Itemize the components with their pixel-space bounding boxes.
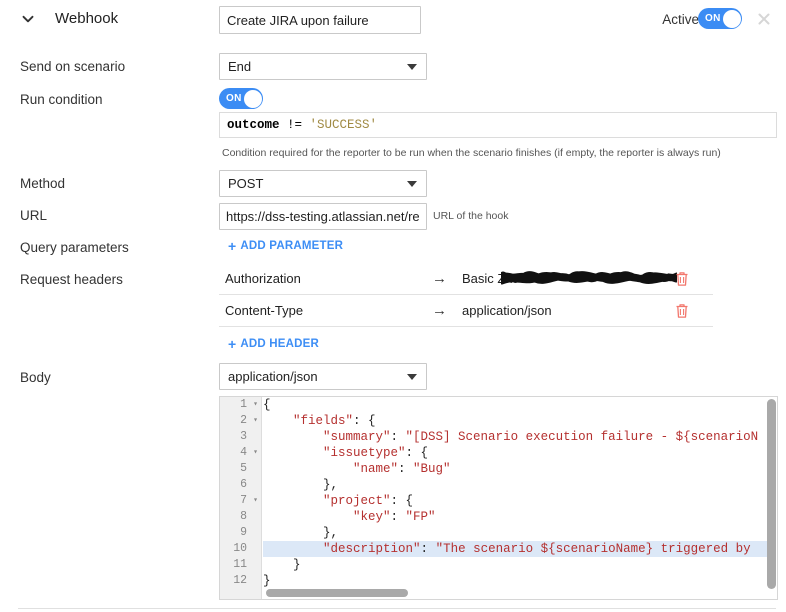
editor-code-line: "fields": { — [293, 414, 376, 428]
active-toggle-knob — [722, 9, 741, 28]
table-row[interactable]: Authorization → Basic ZnJ — [219, 263, 713, 295]
editor-line-number: 1 ▾ — [240, 397, 258, 413]
method-value: POST — [228, 176, 264, 191]
method-select[interactable]: POST — [219, 170, 427, 197]
editor-code-line: } — [263, 574, 271, 588]
editor-code-line: "key": "FP" — [353, 510, 436, 524]
editor-line-number: 11 — [233, 558, 247, 571]
send-on-scenario-value: End — [228, 59, 252, 74]
editor-line-number: 7 ▾ — [240, 493, 258, 509]
url-help-text: URL of the hook — [433, 210, 509, 222]
active-toggle-state: ON — [705, 13, 721, 24]
send-on-scenario-select[interactable]: End — [219, 53, 427, 80]
fold-toggle-icon[interactable]: ▾ — [253, 445, 258, 461]
editor-code-line: }, — [263, 478, 339, 492]
editor-line-number: 4 ▾ — [240, 445, 258, 461]
add-parameter-button[interactable]: + ADD PARAMETER — [228, 239, 343, 253]
editor-code-line: "summary": "[DSS] Scenario execution fai… — [323, 430, 759, 444]
editor-line-number: 3 — [240, 430, 247, 443]
chevron-down-icon — [407, 374, 417, 380]
reporter-name-input[interactable] — [219, 6, 421, 34]
editor-line-number: 9 — [240, 526, 247, 539]
editor-line-number: 5 — [240, 462, 247, 475]
body-content-type-value: application/json — [228, 369, 318, 384]
active-label: Active — [662, 12, 699, 27]
editor-line-number: 12 — [233, 574, 247, 587]
condition-variable: outcome — [227, 118, 280, 132]
query-parameters-label: Query parameters — [20, 240, 129, 255]
condition-operator: != — [279, 118, 310, 132]
run-condition-label: Run condition — [20, 92, 103, 107]
editor-vertical-scrollbar[interactable] — [767, 399, 776, 589]
body-code-editor[interactable]: 1 ▾ 2 ▾ 3 4 ▾ 5 6 7 ▾ 8 9 10 11 12 { "fields": { "summa… — [219, 396, 778, 600]
plus-icon: + — [228, 238, 237, 254]
run-condition-toggle-state: ON — [226, 93, 242, 104]
editor-code-line: "project": { — [323, 494, 414, 508]
editor-code-line: "issuetype": { — [323, 446, 429, 460]
table-row[interactable]: Content-Type → application/json — [219, 295, 713, 327]
editor-code-line: { — [263, 398, 271, 412]
arrow-right-icon: → — [432, 302, 447, 319]
chevron-down-icon[interactable] — [20, 11, 36, 27]
panel-divider — [18, 608, 776, 609]
editor-line-number: 10 — [233, 542, 247, 555]
send-on-scenario-label: Send on scenario — [20, 59, 126, 74]
delete-header-button[interactable] — [675, 271, 689, 287]
editor-line-number: 8 — [240, 510, 247, 523]
header-key: Authorization — [225, 271, 301, 286]
editor-code-line: } — [263, 558, 301, 572]
fold-toggle-icon[interactable]: ▾ — [253, 493, 258, 509]
method-label: Method — [20, 176, 66, 191]
add-header-button[interactable]: + ADD HEADER — [228, 337, 319, 351]
editor-horizontal-scrollbar[interactable] — [266, 589, 408, 597]
redaction-scribble — [501, 271, 677, 285]
fold-toggle-icon[interactable]: ▾ — [253, 413, 258, 429]
chevron-down-icon — [407, 181, 417, 187]
active-toggle[interactable]: ON — [698, 8, 742, 29]
webhook-reporter-panel: Webhook Active ON Send on scenario End R… — [0, 0, 786, 612]
page-title: Webhook — [55, 10, 119, 27]
editor-code-line: }, — [263, 526, 339, 540]
editor-line-number: 2 ▾ — [240, 413, 258, 429]
editor-code-line: "description": "The scenario ${scenarioN… — [263, 541, 767, 557]
arrow-right-icon: → — [432, 270, 447, 287]
editor-code-area[interactable]: { "fields": { "summary": "[DSS] Scenario… — [263, 397, 767, 599]
add-header-label: ADD HEADER — [240, 338, 320, 350]
plus-icon: + — [228, 336, 237, 352]
body-label: Body — [20, 370, 51, 385]
url-label: URL — [20, 208, 48, 223]
run-condition-toggle[interactable]: ON — [219, 88, 263, 109]
fold-toggle-icon[interactable]: ▾ — [253, 397, 258, 413]
delete-header-button[interactable] — [675, 303, 689, 319]
editor-line-number: 6 — [240, 478, 247, 491]
condition-string-literal: 'SUCCESS' — [309, 118, 378, 132]
run-condition-expression-input[interactable]: outcome != 'SUCCESS' — [219, 112, 777, 138]
editor-line-numbers: 1 ▾ 2 ▾ 3 4 ▾ 5 6 7 ▾ 8 9 10 11 12 — [220, 397, 262, 599]
run-condition-toggle-knob — [243, 89, 262, 108]
header-value: Basic ZnJ — [462, 271, 520, 286]
editor-code-line: "name": "Bug" — [353, 462, 451, 476]
request-headers-table: Authorization → Basic ZnJ Content-Type →… — [219, 263, 713, 327]
url-input[interactable] — [219, 203, 427, 230]
close-icon[interactable] — [756, 11, 772, 27]
request-headers-label: Request headers — [20, 272, 123, 287]
body-content-type-select[interactable]: application/json — [219, 363, 427, 390]
chevron-down-icon — [407, 64, 417, 70]
header-value: application/json — [462, 303, 552, 318]
add-parameter-label: ADD PARAMETER — [240, 240, 344, 252]
run-condition-help-text: Condition required for the reporter to b… — [222, 147, 721, 159]
header-key: Content-Type — [225, 303, 304, 318]
